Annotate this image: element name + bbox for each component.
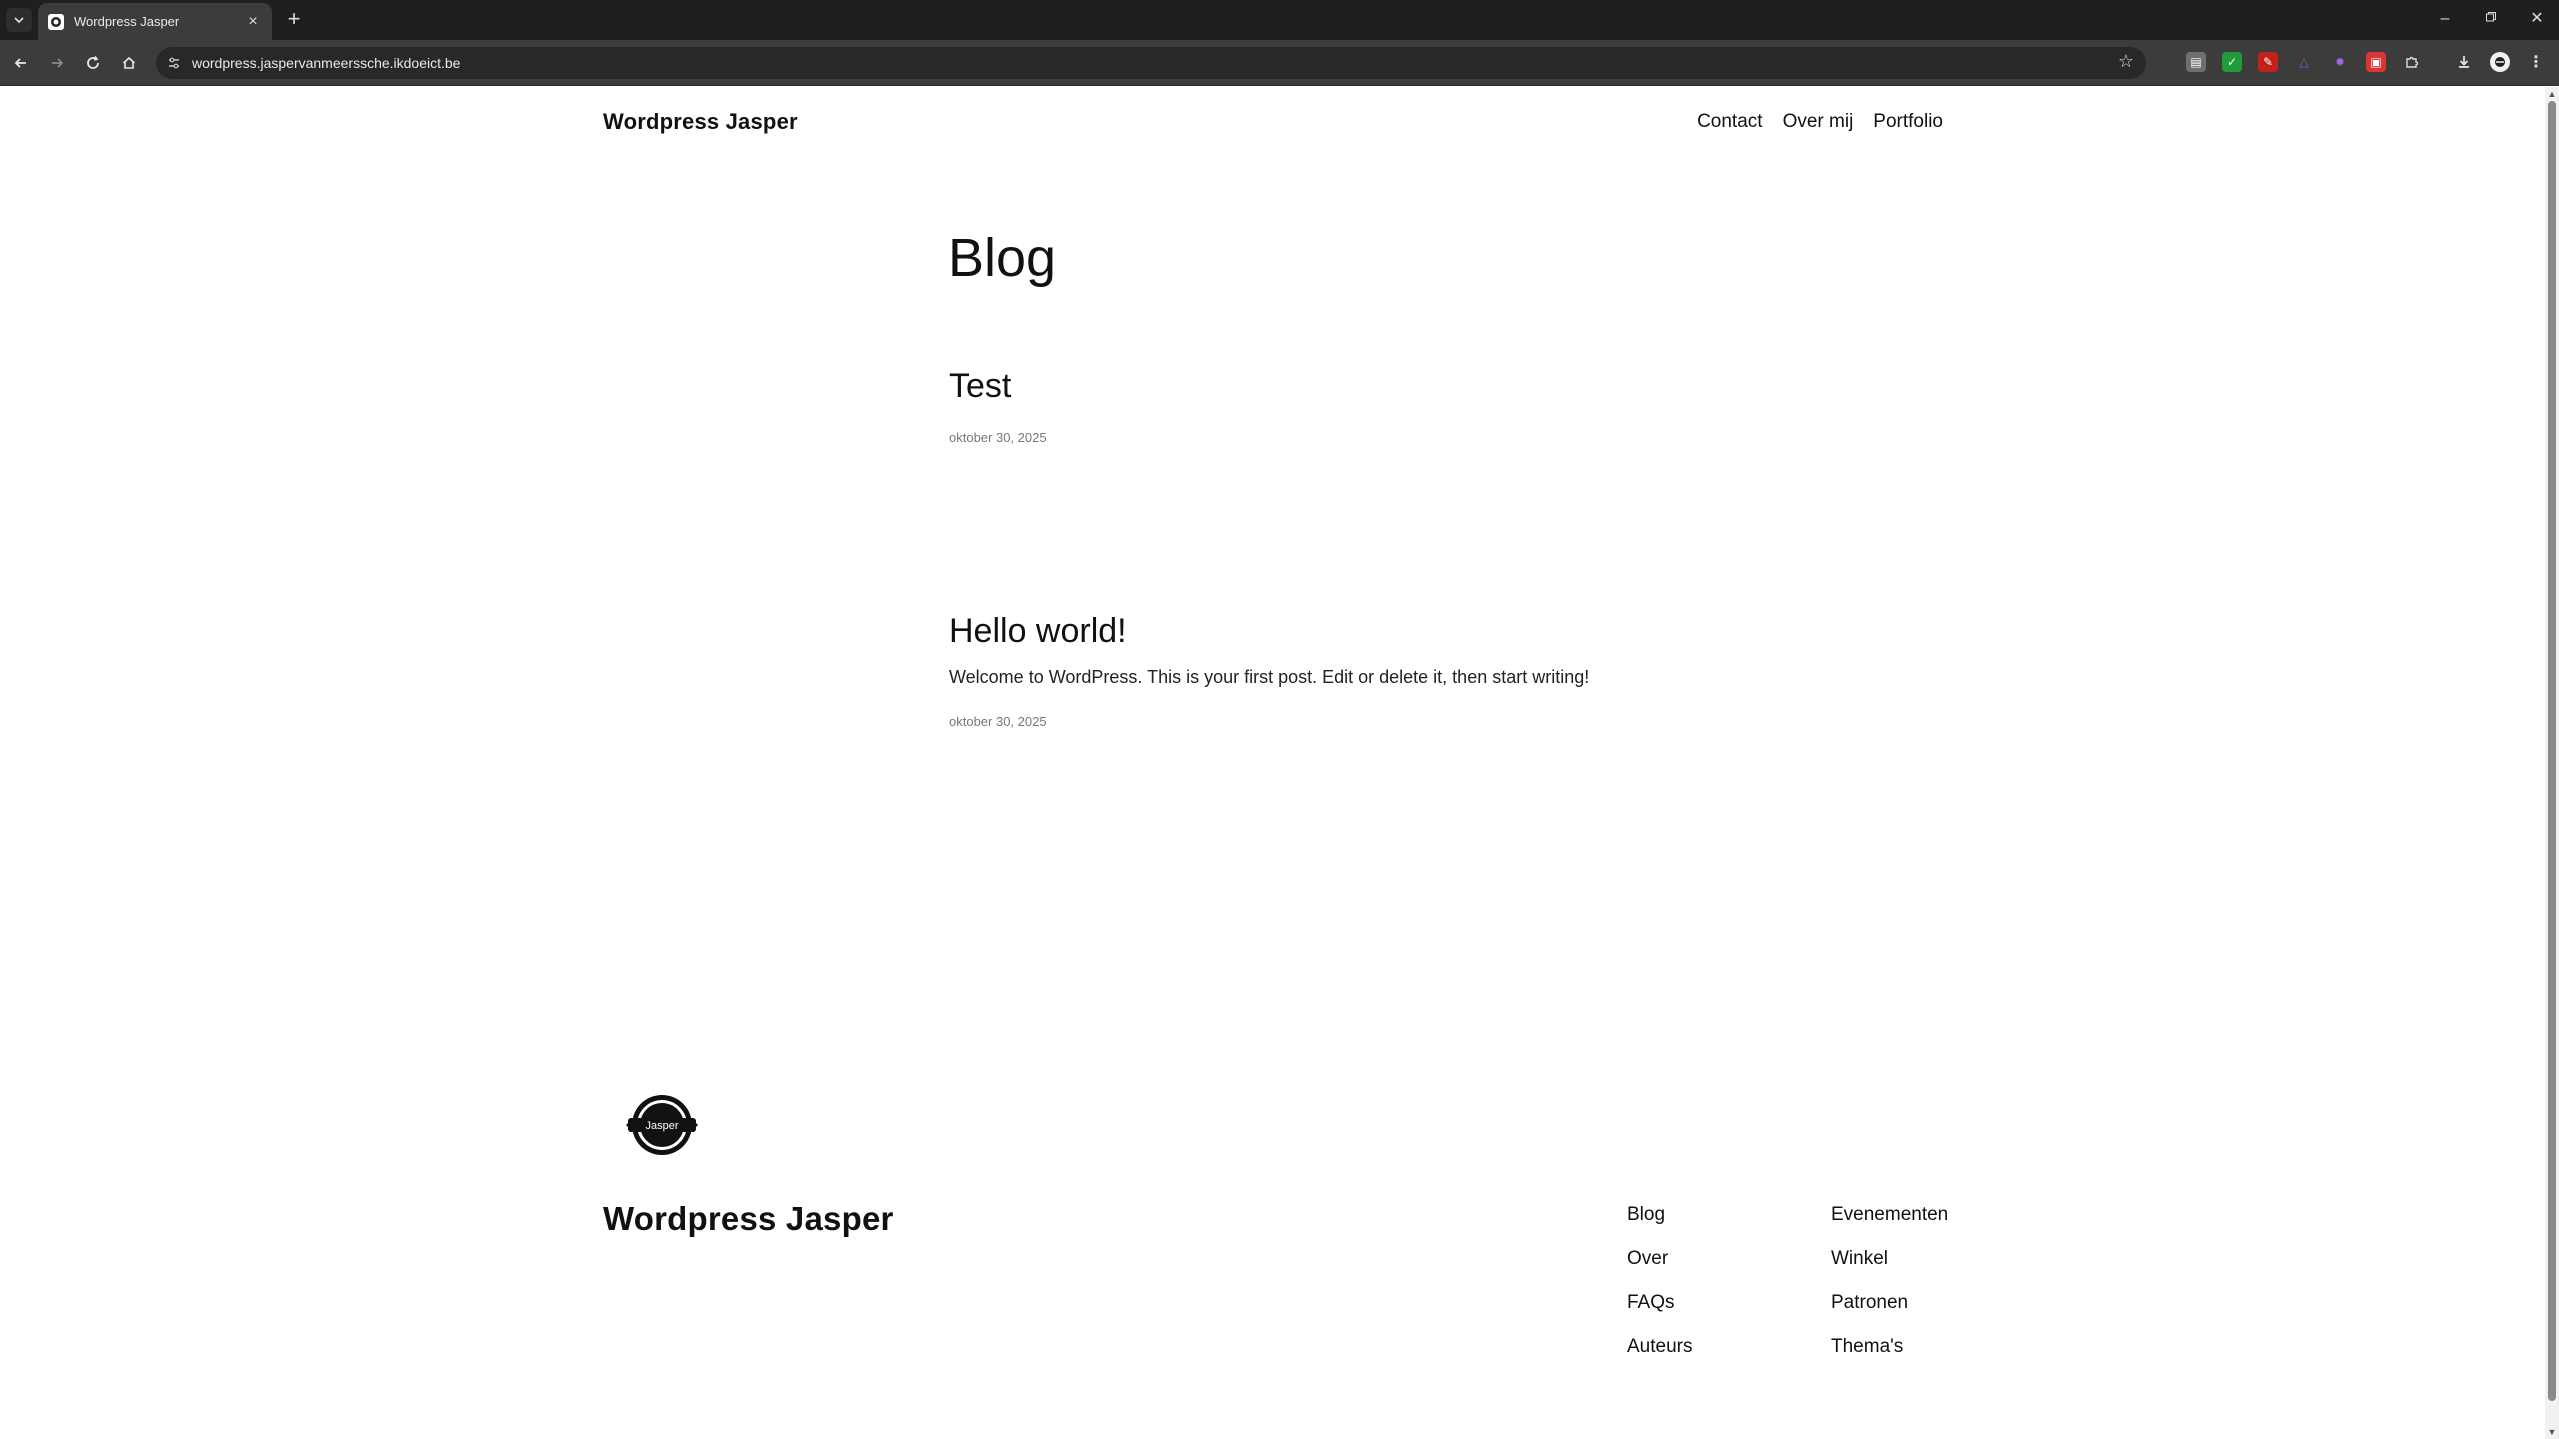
new-tab-button[interactable]: +: [282, 8, 306, 32]
page-title: Blog: [948, 228, 1057, 288]
arrow-left-icon: [14, 58, 26, 68]
tab-strip: Wordpress Jasper × + – ✕: [0, 0, 2559, 40]
post-item: Test oktober 30, 2025: [949, 367, 1849, 445]
footer-link-themas[interactable]: Thema's: [1831, 1336, 1948, 1357]
footer-site-title[interactable]: Wordpress Jasper: [603, 1200, 894, 1238]
footer-link-evenementen[interactable]: Evenementen: [1831, 1204, 1948, 1225]
profile-icon[interactable]: [2490, 52, 2510, 72]
scroll-down-icon[interactable]: ▼: [2547, 1427, 2557, 1437]
browser-tab[interactable]: Wordpress Jasper ×: [38, 3, 272, 40]
download-icon[interactable]: [2454, 52, 2474, 72]
site-title[interactable]: Wordpress Jasper: [603, 109, 798, 135]
tab-title: Wordpress Jasper: [74, 14, 180, 29]
post-excerpt: Welcome to WordPress. This is your first…: [949, 667, 1590, 687]
restore-icon[interactable]: [2476, 8, 2506, 32]
footer-link-auteurs[interactable]: Auteurs: [1627, 1336, 1692, 1357]
footer-link-over[interactable]: Over: [1627, 1248, 1692, 1269]
post-title-link[interactable]: Test: [949, 367, 1849, 406]
close-window-icon[interactable]: ✕: [2522, 8, 2552, 32]
minimize-icon[interactable]: –: [2430, 8, 2460, 32]
extension-gear-icon[interactable]: ✹: [2330, 52, 2350, 72]
address-bar[interactable]: wordpress.jaspervanmeerssche.ikdoeict.be…: [156, 47, 2146, 79]
back-button[interactable]: [8, 50, 34, 76]
star-icon[interactable]: ☆: [2118, 51, 2134, 72]
extension-notes-icon[interactable]: ▤: [2186, 52, 2206, 72]
extensions-puzzle-icon[interactable]: [2402, 52, 2422, 72]
url-text: wordpress.jaspervanmeerssche.ikdoeict.be: [192, 55, 461, 71]
tab-search-button[interactable]: [6, 8, 32, 32]
post-date: oktober 30, 2025: [949, 714, 1047, 729]
main-navigation: Contact Over mij Portfolio: [1697, 111, 1943, 133]
footer-logo[interactable]: Jasper: [622, 1092, 702, 1158]
arrow-right-icon: [52, 58, 64, 68]
post-title-link[interactable]: Hello world!: [949, 612, 1849, 651]
extension-pdf-icon[interactable]: ✎: [2258, 52, 2278, 72]
scroll-up-icon[interactable]: ▲: [2547, 89, 2557, 99]
vertical-scrollbar[interactable]: ▲ ▼: [2545, 87, 2559, 1439]
chevron-down-icon: [14, 17, 24, 24]
home-icon: [122, 56, 136, 69]
scrollbar-thumb[interactable]: [2548, 101, 2556, 1401]
extension-drive-icon[interactable]: △: [2294, 52, 2314, 72]
footer-link-faqs[interactable]: FAQs: [1627, 1292, 1692, 1313]
post-date: oktober 30, 2025: [949, 430, 1047, 445]
footer-links-column-1: Blog Over FAQs Auteurs: [1627, 1204, 1692, 1357]
footer-link-winkel[interactable]: Winkel: [1831, 1248, 1948, 1269]
post-item: Hello world! Welcome to WordPress. This …: [949, 612, 1849, 729]
extension-media-icon[interactable]: ▣: [2366, 52, 2386, 72]
forward-button[interactable]: [44, 50, 70, 76]
kebab-menu-icon[interactable]: ⋮: [2526, 52, 2546, 72]
footer-logo-text: Jasper: [645, 1120, 678, 1132]
close-tab-icon[interactable]: ×: [244, 13, 262, 31]
site-info-icon[interactable]: [164, 53, 184, 73]
nav-link-portfolio[interactable]: Portfolio: [1873, 111, 1943, 133]
home-button[interactable]: [116, 50, 142, 76]
site-favicon-icon: [48, 13, 64, 30]
reload-icon: [87, 56, 99, 69]
footer-link-blog[interactable]: Blog: [1627, 1204, 1692, 1225]
footer-links-column-2: Evenementen Winkel Patronen Thema's: [1831, 1204, 1948, 1357]
extension-check-icon[interactable]: ✓: [2222, 52, 2242, 72]
reload-button[interactable]: [80, 50, 106, 76]
nav-link-contact[interactable]: Contact: [1697, 111, 1762, 133]
page-viewport: Wordpress Jasper Contact Over mij Portfo…: [0, 87, 2545, 1439]
footer-link-patronen[interactable]: Patronen: [1831, 1292, 1948, 1313]
browser-toolbar: wordpress.jaspervanmeerssche.ikdoeict.be…: [0, 40, 2559, 86]
nav-link-over-mij[interactable]: Over mij: [1783, 111, 1854, 133]
